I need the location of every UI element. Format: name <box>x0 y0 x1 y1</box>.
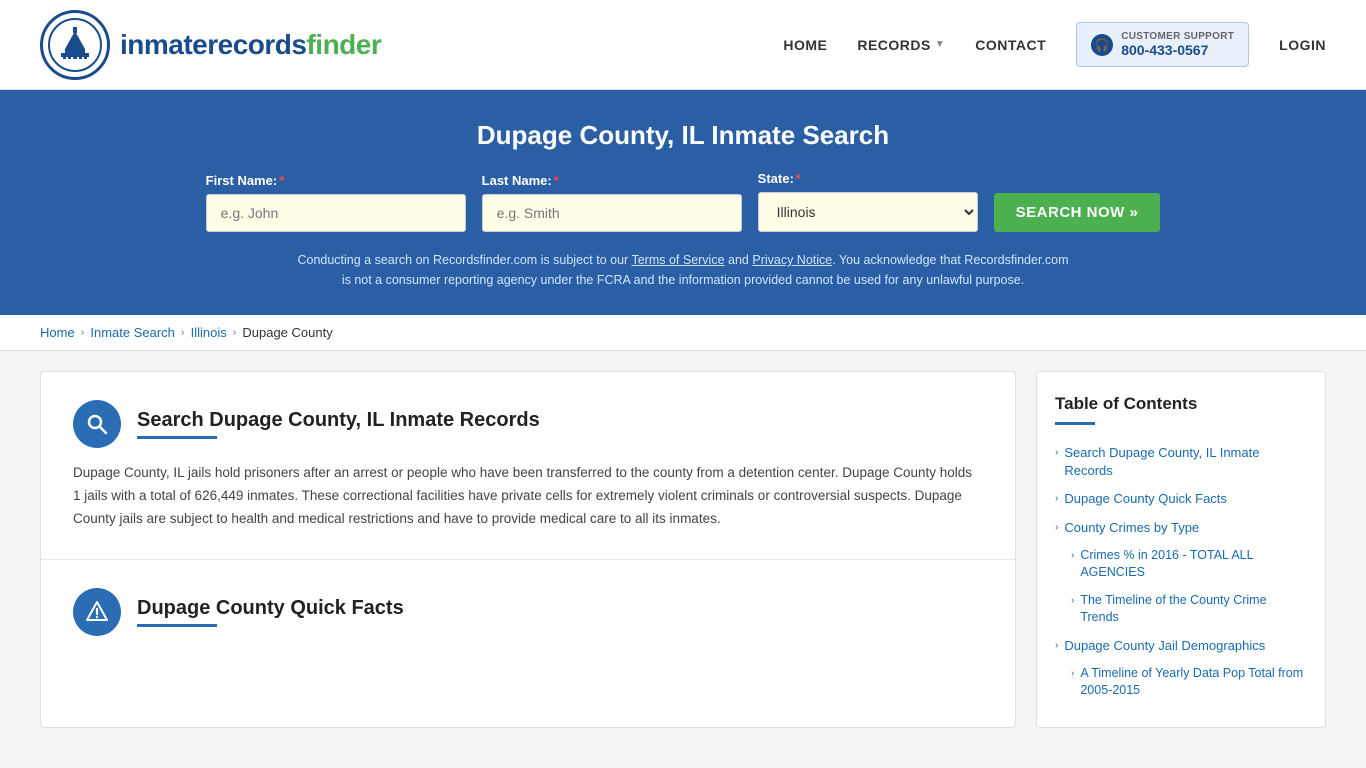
breadcrumb-sep-1: › <box>81 327 85 339</box>
nav-home[interactable]: HOME <box>783 37 827 53</box>
breadcrumb-inmate-search[interactable]: Inmate Search <box>90 325 175 340</box>
site-header: inmaterecordsfinder HOME RECORDS ▼ CONTA… <box>0 0 1366 90</box>
section-header-inmate: Search Dupage County, IL Inmate Records <box>73 400 983 448</box>
toc-chevron-6: › <box>1055 639 1058 653</box>
toc-item-1[interactable]: › Search Dupage County, IL Inmate Record… <box>1055 439 1307 485</box>
privacy-link[interactable]: Privacy Notice <box>752 253 832 267</box>
nav-login[interactable]: LOGIN <box>1279 37 1326 53</box>
toc-underline <box>1055 422 1095 425</box>
first-name-label: First Name:* <box>206 173 285 188</box>
main-nav: HOME RECORDS ▼ CONTACT 🎧 CUSTOMER SUPPOR… <box>783 22 1326 67</box>
search-icon-circle <box>73 400 121 448</box>
logo-area: inmaterecordsfinder <box>40 10 381 80</box>
toc-chevron-7: › <box>1071 667 1074 681</box>
toc-chevron-5: › <box>1071 594 1074 608</box>
last-name-group: Last Name:* <box>482 173 742 232</box>
records-chevron-icon: ▼ <box>935 39 945 50</box>
toc-chevron-1: › <box>1055 446 1058 460</box>
toc-item-4[interactable]: › Crimes % in 2016 - TOTAL ALL AGENCIES <box>1071 542 1307 587</box>
toc-item-3[interactable]: › County Crimes by Type <box>1055 514 1307 542</box>
toc-sub-group-1: › Crimes % in 2016 - TOTAL ALL AGENCIES … <box>1055 542 1307 632</box>
toc-item-5[interactable]: › The Timeline of the County Crime Trend… <box>1071 587 1307 632</box>
customer-support-button[interactable]: 🎧 CUSTOMER SUPPORT 800-433-0567 <box>1076 22 1249 67</box>
toc-item-7[interactable]: › A Timeline of Yearly Data Pop Total fr… <box>1071 660 1307 705</box>
title-underline-inmate <box>137 436 217 439</box>
search-icon <box>85 412 109 436</box>
breadcrumb-sep-2: › <box>181 327 185 339</box>
last-name-input[interactable] <box>482 194 742 232</box>
title-underline-facts <box>137 624 217 627</box>
last-name-label: Last Name:* <box>482 173 559 188</box>
logo-icon <box>40 10 110 80</box>
state-group: State:* Illinois Alabama Alaska Arizona … <box>758 171 978 232</box>
breadcrumb: Home › Inmate Search › Illinois › Dupage… <box>0 315 1366 351</box>
breadcrumb-home[interactable]: Home <box>40 325 75 340</box>
hero-title: Dupage County, IL Inmate Search <box>40 120 1326 151</box>
section-title-inmate: Search Dupage County, IL Inmate Records <box>137 409 540 439</box>
quick-facts-section: Dupage County Quick Facts <box>41 560 1015 678</box>
toc-title: Table of Contents <box>1055 394 1307 414</box>
search-form: First Name:* Last Name:* State:* Illinoi… <box>40 171 1326 232</box>
first-name-group: First Name:* <box>206 173 466 232</box>
last-name-required: * <box>554 173 559 188</box>
toc-chevron-3: › <box>1055 521 1058 535</box>
headset-icon: 🎧 <box>1091 34 1113 56</box>
hero-disclaimer: Conducting a search on Recordsfinder.com… <box>293 250 1073 290</box>
logo-text: inmaterecordsfinder <box>120 29 381 61</box>
nav-contact[interactable]: CONTACT <box>975 37 1046 53</box>
first-name-required: * <box>279 173 284 188</box>
toc-item-2[interactable]: › Dupage County Quick Facts <box>1055 485 1307 513</box>
search-button[interactable]: SEARCH NOW » <box>994 193 1161 232</box>
breadcrumb-current: Dupage County <box>242 325 332 340</box>
nav-records[interactable]: RECORDS ▼ <box>857 37 945 53</box>
support-text: CUSTOMER SUPPORT 800-433-0567 <box>1121 31 1234 58</box>
breadcrumb-sep-3: › <box>233 327 237 339</box>
inmate-records-body: Dupage County, IL jails hold prisoners a… <box>73 462 983 531</box>
state-required: * <box>796 171 801 186</box>
state-label: State:* <box>758 171 801 186</box>
hero-section: Dupage County, IL Inmate Search First Na… <box>0 90 1366 315</box>
main-content: Search Dupage County, IL Inmate Records … <box>0 351 1366 748</box>
state-select[interactable]: Illinois Alabama Alaska Arizona Californ… <box>758 192 978 232</box>
alert-icon-circle <box>73 588 121 636</box>
toc-chevron-4: › <box>1071 549 1074 563</box>
inmate-records-section: Search Dupage County, IL Inmate Records … <box>41 372 1015 560</box>
toc-item-6[interactable]: › Dupage County Jail Demographics <box>1055 632 1307 660</box>
content-left: Search Dupage County, IL Inmate Records … <box>40 371 1016 728</box>
toc-chevron-2: › <box>1055 492 1058 506</box>
toc-sub-group-2: › A Timeline of Yearly Data Pop Total fr… <box>1055 660 1307 705</box>
table-of-contents: Table of Contents › Search Dupage County… <box>1036 371 1326 728</box>
alert-icon <box>85 600 109 624</box>
section-title-facts: Dupage County Quick Facts <box>137 597 404 627</box>
section-header-facts: Dupage County Quick Facts <box>73 588 983 636</box>
breadcrumb-illinois[interactable]: Illinois <box>191 325 227 340</box>
first-name-input[interactable] <box>206 194 466 232</box>
terms-link[interactable]: Terms of Service <box>631 253 724 267</box>
